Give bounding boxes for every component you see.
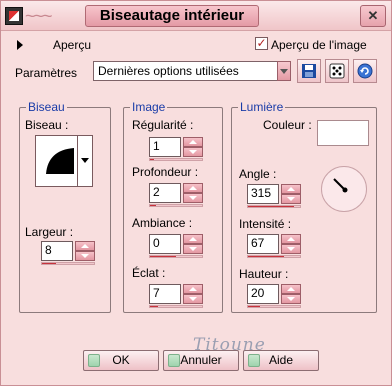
angle-up-button[interactable] bbox=[281, 184, 301, 194]
bevel-shape-label: Biseau : bbox=[25, 118, 69, 132]
bevel-width-slider[interactable] bbox=[41, 262, 95, 265]
shine-input[interactable]: 7 bbox=[149, 284, 181, 304]
expand-preview-icon[interactable] bbox=[17, 40, 23, 50]
dialog-window: ~~~ Biseautage intérieur ✕ Aperçu ✓ Aper… bbox=[0, 0, 392, 386]
smoothness-down-button[interactable] bbox=[183, 147, 203, 157]
angle-dial-icon bbox=[333, 178, 348, 193]
intensity-up-button[interactable] bbox=[281, 234, 301, 244]
randomize-button[interactable] bbox=[325, 59, 349, 83]
image-preview-label[interactable]: Aperçu de l'image bbox=[271, 38, 367, 52]
depth-down-button[interactable] bbox=[183, 193, 203, 203]
bevel-width-up-button[interactable] bbox=[75, 241, 95, 251]
light-color-label: Couleur : bbox=[263, 118, 312, 132]
angle-input[interactable]: 315 bbox=[247, 184, 279, 204]
light-color-swatch[interactable] bbox=[317, 120, 369, 146]
smoothness-input[interactable]: 1 bbox=[149, 137, 181, 157]
ambience-label: Ambiance : bbox=[132, 216, 193, 230]
intensity-spinner[interactable]: 67 bbox=[247, 234, 301, 258]
intensity-input[interactable]: 67 bbox=[247, 234, 279, 254]
elevation-slider[interactable] bbox=[247, 305, 301, 308]
smoothness-slider[interactable] bbox=[149, 158, 203, 161]
bevel-shape-dropdown[interactable] bbox=[77, 135, 93, 187]
ambience-down-button[interactable] bbox=[183, 244, 203, 254]
help-glyph-icon bbox=[248, 354, 260, 367]
smoothness-up-button[interactable] bbox=[183, 137, 203, 147]
preset-select[interactable]: Dernières options utilisées bbox=[93, 61, 289, 81]
smoothness-spinner[interactable]: 1 bbox=[149, 137, 203, 161]
angle-spinner[interactable]: 315 bbox=[247, 184, 301, 208]
depth-input[interactable]: 2 bbox=[149, 183, 181, 203]
preview-row: Aperçu ✓ Aperçu de l'image bbox=[13, 37, 383, 55]
ok-glyph-icon bbox=[88, 354, 100, 367]
shine-spinner[interactable]: 7 bbox=[149, 284, 203, 308]
angle-label: Angle : bbox=[239, 167, 277, 181]
ambience-input[interactable]: 0 bbox=[149, 234, 181, 254]
preview-toggle-label[interactable]: Aperçu bbox=[53, 38, 91, 52]
shine-label: Éclat : bbox=[132, 266, 166, 280]
depth-up-button[interactable] bbox=[183, 183, 203, 193]
cancel-button[interactable]: Annuler bbox=[163, 350, 239, 371]
close-button[interactable]: ✕ bbox=[360, 5, 386, 27]
elevation-down-button[interactable] bbox=[281, 294, 301, 304]
depth-label: Profondeur : bbox=[132, 165, 199, 179]
ok-button-label: OK bbox=[112, 353, 130, 367]
image-group-title: Image bbox=[130, 100, 168, 114]
intensity-slider[interactable] bbox=[247, 255, 301, 258]
help-button[interactable]: Aide bbox=[243, 350, 319, 371]
cancel-button-label: Annuler bbox=[180, 353, 222, 367]
reset-icon bbox=[357, 63, 373, 79]
angle-slider[interactable] bbox=[247, 205, 301, 208]
bevel-width-label: Largeur : bbox=[25, 225, 74, 239]
elevation-spinner[interactable]: 20 bbox=[247, 284, 301, 308]
intensity-down-button[interactable] bbox=[281, 244, 301, 254]
light-group-title: Lumière bbox=[238, 100, 286, 114]
reset-button[interactable] bbox=[353, 59, 377, 83]
help-button-label: Aide bbox=[268, 353, 294, 367]
title-flourish-decoration: ~~~ bbox=[25, 6, 53, 26]
save-preset-icon bbox=[302, 64, 316, 78]
intensity-label: Intensité : bbox=[239, 217, 292, 231]
presets-label: Paramètres bbox=[15, 66, 78, 80]
bevel-group-title: Biseau bbox=[26, 100, 67, 114]
bevel-width-input[interactable]: 8 bbox=[41, 241, 73, 261]
angle-down-button[interactable] bbox=[281, 194, 301, 204]
save-preset-button[interactable] bbox=[297, 59, 321, 83]
randomize-dice-icon bbox=[329, 63, 345, 79]
bevel-width-spinner[interactable]: 8 bbox=[41, 241, 95, 265]
preset-dropdown-icon[interactable] bbox=[277, 61, 291, 81]
shine-down-button[interactable] bbox=[183, 294, 203, 304]
ambience-spinner[interactable]: 0 bbox=[149, 234, 203, 258]
elevation-label: Hauteur : bbox=[239, 267, 289, 281]
cancel-glyph-icon bbox=[168, 354, 180, 367]
window-title: Biseautage intérieur bbox=[85, 5, 259, 27]
image-preview-checkbox[interactable]: ✓ bbox=[255, 37, 268, 50]
depth-spinner[interactable]: 2 bbox=[149, 183, 203, 207]
shine-up-button[interactable] bbox=[183, 284, 203, 294]
shine-slider[interactable] bbox=[149, 305, 203, 308]
ambience-slider[interactable] bbox=[149, 255, 203, 258]
smoothness-label: Régularité : bbox=[132, 118, 194, 132]
ambience-up-button[interactable] bbox=[183, 234, 203, 244]
angle-dial[interactable] bbox=[321, 166, 367, 212]
presets-row: Paramètres Dernières options utilisées bbox=[13, 59, 383, 85]
title-bar[interactable]: ~~~ Biseautage intérieur ✕ bbox=[1, 1, 391, 31]
elevation-input[interactable]: 20 bbox=[247, 284, 279, 304]
elevation-up-button[interactable] bbox=[281, 284, 301, 294]
app-icon bbox=[5, 7, 23, 25]
bevel-width-down-button[interactable] bbox=[75, 251, 95, 261]
depth-slider[interactable] bbox=[149, 204, 203, 207]
ok-button[interactable]: OK bbox=[83, 350, 159, 371]
